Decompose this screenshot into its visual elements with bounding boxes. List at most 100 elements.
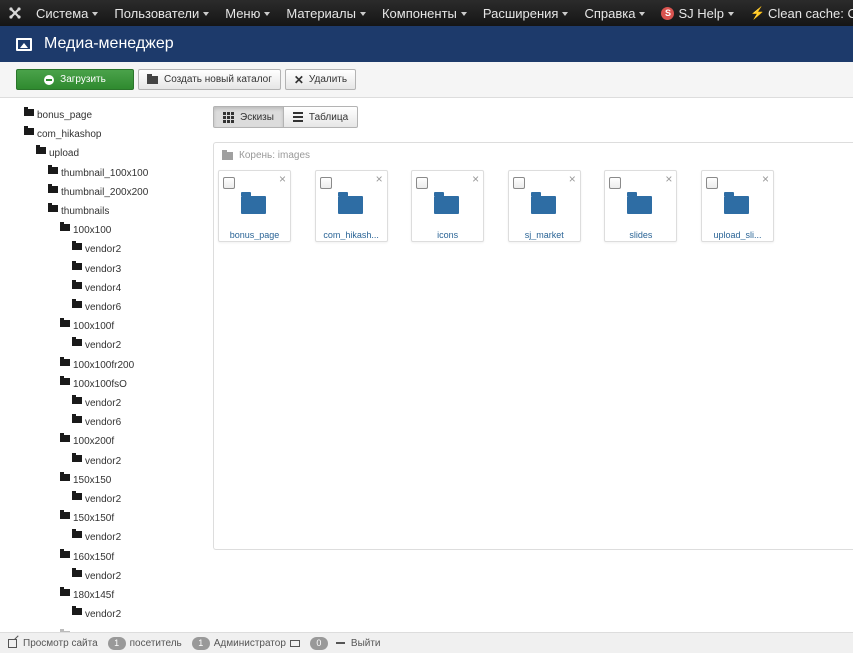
select-checkbox[interactable] <box>319 177 332 189</box>
tree-item[interactable]: vendor2 <box>72 528 121 547</box>
tree-item[interactable]: upload <box>36 144 79 163</box>
select-checkbox[interactable] <box>223 177 235 189</box>
menu-system[interactable]: Система <box>28 0 106 26</box>
folder-thumbnail[interactable]: × icons <box>411 170 485 242</box>
select-checkbox[interactable] <box>706 177 718 189</box>
tree-item[interactable]: vendor2 <box>72 567 121 586</box>
tree-item[interactable]: 100x200f <box>60 432 114 451</box>
image-icon <box>16 37 32 51</box>
tree-item[interactable]: vendor4 <box>72 279 121 298</box>
menu-content[interactable]: Материалы <box>278 0 374 26</box>
tree-item[interactable]: vendor2 <box>72 240 121 259</box>
tree-item[interactable]: 180x145f <box>60 586 114 605</box>
delete-icon[interactable]: × <box>472 173 479 185</box>
folder-icon <box>724 192 749 214</box>
chevron-down-icon <box>92 11 99 16</box>
tree-item[interactable]: thumbnails <box>48 202 109 221</box>
folder-thumbnail-label[interactable]: sj_market <box>509 230 580 240</box>
tree-item[interactable]: vendor3 <box>72 260 121 279</box>
folder-icon <box>72 567 82 577</box>
table-view-button[interactable]: Таблица <box>283 106 359 128</box>
tree-item[interactable]: thumbnail_100x100 <box>48 164 148 183</box>
menu-clean-cache[interactable]: ⚡Clean cache: CSS, <box>742 0 853 26</box>
delete-icon[interactable]: × <box>665 173 672 185</box>
folder-thumbnail[interactable]: × upload_sli... <box>701 170 774 242</box>
folder-thumbnail-label[interactable]: slides <box>605 230 676 240</box>
logout-link[interactable]: Выйти <box>351 638 381 649</box>
tree-item-label: 100x100 <box>73 225 112 237</box>
folder-thumbnail-label[interactable]: upload_sli... <box>702 230 773 240</box>
tree-item-label: vendor2 <box>85 609 122 621</box>
menu-extensions[interactable]: Расширения <box>475 0 577 26</box>
folder-thumbnail-label[interactable]: bonus_page <box>219 230 290 240</box>
page-title: Медиа-менеджер <box>44 35 174 52</box>
thumbnails-view-button[interactable]: Эскизы <box>213 106 284 128</box>
tree-item[interactable]: vendor2 <box>72 394 121 413</box>
tree-item[interactable]: vendor2 <box>72 336 121 355</box>
top-navbar: Система Пользователи Меню Материалы Комп… <box>0 0 853 26</box>
select-checkbox[interactable] <box>512 177 525 189</box>
select-checkbox[interactable] <box>416 177 429 189</box>
tree-item[interactable]: com_hikashop <box>24 125 101 144</box>
tree-item[interactable]: bonus_page <box>24 106 92 125</box>
create-folder-button[interactable]: Создать новый каталог <box>138 69 281 90</box>
delete-button[interactable]: ✕ Удалить <box>284 69 357 90</box>
chevron-down-icon <box>264 11 271 16</box>
folder-thumbnail-label[interactable]: icons <box>412 230 483 240</box>
delete-icon[interactable]: × <box>376 173 383 185</box>
tree-item[interactable]: 150x150 <box>60 471 111 490</box>
folder-icon <box>530 192 556 214</box>
joomla-logo-icon[interactable] <box>8 0 22 26</box>
folder-icon <box>48 183 58 193</box>
tree-item[interactable]: vendor2 <box>72 490 121 509</box>
menu-help[interactable]: Справка <box>576 0 653 26</box>
media-panel: Корень: images × bonus_page × com_hikash...… <box>213 142 853 550</box>
folder-icon <box>60 318 70 328</box>
folder-icon <box>72 260 82 270</box>
folder-thumbnail[interactable]: × sj_market <box>507 170 581 242</box>
menu-help-label: Справка <box>584 5 636 21</box>
tree-item-label: 180x145f <box>73 590 115 601</box>
folder-icon <box>147 73 158 84</box>
tree-item[interactable]: vendor2 <box>72 452 121 471</box>
menu-menus[interactable]: Меню <box>217 0 278 26</box>
page-header: Медиа-менеджер <box>0 26 853 62</box>
tree-item[interactable]: 160x150f <box>60 548 114 567</box>
folder-icon <box>434 192 460 214</box>
folder-icon <box>337 192 363 214</box>
folder-thumbnail[interactable]: × bonus_page <box>218 170 291 242</box>
view-site-link[interactable]: Просмотр сайта <box>23 638 98 649</box>
upload-icon <box>44 74 55 85</box>
tree-item-label: 160x150f <box>73 551 115 563</box>
tree-item[interactable]: vendor6 <box>72 413 121 432</box>
tree-item-label: vendor2 <box>85 494 122 505</box>
delete-button-label: Удалить <box>308 74 348 85</box>
tree-item[interactable]: 150x150f <box>60 509 114 528</box>
messages-count-badge[interactable]: 0 <box>309 636 328 650</box>
folder-thumbnail[interactable]: × com_hikash... <box>314 170 388 242</box>
select-checkbox[interactable] <box>609 177 622 189</box>
grid-icon <box>223 111 234 123</box>
tree-item[interactable]: thumbnail_200x200 <box>48 183 148 202</box>
upload-button-label: Загрузить <box>60 74 106 85</box>
tree-item[interactable]: 100x100fsO <box>60 375 127 394</box>
tree-item[interactable]: 100x100fr200 <box>60 356 134 375</box>
menu-components[interactable]: Компоненты <box>374 0 475 26</box>
delete-icon[interactable]: × <box>279 173 286 185</box>
visitors-count-badge: 1 <box>107 636 126 650</box>
tree-item[interactable]: vendor6 <box>72 298 121 317</box>
tree-item-label: vendor2 <box>85 570 122 582</box>
delete-icon[interactable]: × <box>569 173 576 185</box>
menu-users[interactable]: Пользователи <box>106 0 217 26</box>
folder-icon <box>24 126 34 136</box>
tree-item[interactable]: 100x100f <box>60 317 114 336</box>
folder-thumbnail[interactable]: × slides <box>604 170 678 242</box>
admins-label: Администратор <box>213 637 286 649</box>
tree-item[interactable]: vendor2 <box>72 605 121 624</box>
folder-thumbnail-label[interactable]: com_hikash... <box>316 230 387 240</box>
menu-sj-help[interactable]: S SJ Help <box>653 0 742 26</box>
delete-icon[interactable]: × <box>762 173 769 185</box>
tree-item[interactable]: 100x100 <box>60 221 111 240</box>
folder-icon <box>241 192 266 214</box>
upload-button[interactable]: Загрузить <box>16 69 134 90</box>
